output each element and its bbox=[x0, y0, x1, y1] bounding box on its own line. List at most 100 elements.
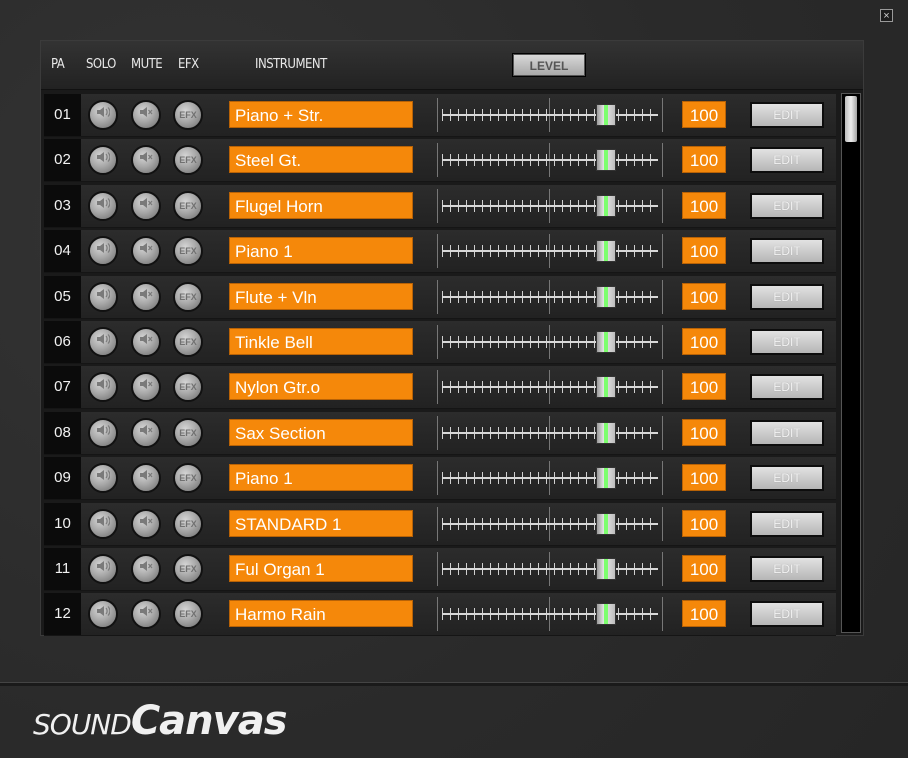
instrument-name[interactable]: STANDARD 1 bbox=[229, 509, 413, 537]
solo-button[interactable] bbox=[88, 599, 118, 630]
efx-button[interactable]: EFX bbox=[173, 599, 203, 630]
mute-button[interactable] bbox=[131, 100, 161, 130]
instrument-name[interactable]: Harmo Rain bbox=[229, 600, 413, 628]
slider-knob[interactable] bbox=[596, 421, 617, 444]
level-slider[interactable] bbox=[437, 461, 665, 496]
instrument-name[interactable]: Nylon Gtr.o bbox=[229, 373, 413, 401]
solo-button[interactable] bbox=[88, 100, 118, 130]
instrument-name[interactable]: Tinkle Bell bbox=[229, 328, 413, 355]
edit-button[interactable]: EDIT bbox=[750, 283, 824, 310]
slider-knob[interactable] bbox=[596, 467, 617, 490]
efx-button[interactable]: EFX bbox=[173, 463, 203, 494]
level-slider[interactable] bbox=[437, 188, 665, 223]
slider-knob[interactable] bbox=[596, 376, 617, 399]
instrument-name[interactable]: Steel Gt. bbox=[229, 146, 413, 174]
level-value[interactable]: 100 bbox=[682, 237, 726, 265]
solo-button[interactable] bbox=[88, 463, 118, 494]
instrument-name[interactable]: Piano 1 bbox=[229, 464, 413, 492]
level-slider[interactable] bbox=[437, 279, 665, 314]
mute-button[interactable] bbox=[131, 554, 161, 584]
mute-button[interactable] bbox=[131, 463, 161, 494]
level-slider[interactable] bbox=[437, 325, 665, 359]
slider-knob[interactable] bbox=[596, 285, 617, 308]
scrollbar-thumb[interactable] bbox=[845, 96, 857, 142]
efx-button[interactable]: EFX bbox=[173, 145, 203, 176]
level-button[interactable]: LEVEL bbox=[513, 54, 585, 76]
solo-button[interactable] bbox=[88, 554, 118, 584]
instrument-name[interactable]: Piano 1 bbox=[229, 237, 413, 265]
scrollbar[interactable] bbox=[841, 93, 861, 633]
close-button[interactable]: × bbox=[880, 9, 893, 22]
level-value[interactable]: 100 bbox=[682, 464, 726, 492]
slider-knob[interactable] bbox=[596, 603, 617, 626]
edit-button[interactable]: EDIT bbox=[750, 465, 824, 492]
efx-button[interactable]: EFX bbox=[173, 100, 203, 130]
level-value[interactable]: 100 bbox=[682, 282, 726, 310]
instrument-name[interactable]: Ful Organ 1 bbox=[229, 555, 413, 582]
level-slider[interactable] bbox=[437, 597, 665, 632]
solo-button[interactable] bbox=[88, 281, 118, 312]
level-value[interactable]: 100 bbox=[682, 600, 726, 628]
efx-button[interactable]: EFX bbox=[173, 508, 203, 539]
edit-button[interactable]: EDIT bbox=[750, 419, 824, 446]
efx-button[interactable]: EFX bbox=[173, 554, 203, 584]
slider-knob[interactable] bbox=[596, 194, 617, 217]
level-value[interactable]: 100 bbox=[682, 555, 726, 582]
mute-button[interactable] bbox=[131, 508, 161, 539]
instrument-name[interactable]: Flugel Horn bbox=[229, 191, 413, 219]
mute-button[interactable] bbox=[131, 236, 161, 267]
mute-button[interactable] bbox=[131, 599, 161, 630]
mute-button[interactable] bbox=[131, 417, 161, 448]
level-slider[interactable] bbox=[437, 98, 665, 132]
level-value[interactable]: 100 bbox=[682, 101, 726, 128]
edit-button[interactable]: EDIT bbox=[750, 192, 824, 219]
slider-knob[interactable] bbox=[596, 104, 617, 126]
solo-button[interactable] bbox=[88, 372, 118, 403]
level-slider[interactable] bbox=[437, 415, 665, 450]
solo-button[interactable] bbox=[88, 417, 118, 448]
level-slider[interactable] bbox=[437, 143, 665, 178]
level-slider[interactable] bbox=[437, 370, 665, 405]
level-slider[interactable] bbox=[437, 552, 665, 586]
solo-button[interactable] bbox=[88, 327, 118, 357]
instrument-name[interactable]: Flute + Vln bbox=[229, 282, 413, 310]
level-value[interactable]: 100 bbox=[682, 509, 726, 537]
edit-button[interactable]: EDIT bbox=[750, 510, 824, 537]
efx-button[interactable]: EFX bbox=[173, 190, 203, 221]
level-value[interactable]: 100 bbox=[682, 328, 726, 355]
solo-button[interactable] bbox=[88, 190, 118, 221]
edit-button[interactable]: EDIT bbox=[750, 374, 824, 401]
efx-button[interactable]: EFX bbox=[173, 327, 203, 357]
level-value[interactable]: 100 bbox=[682, 373, 726, 401]
efx-button[interactable]: EFX bbox=[173, 417, 203, 448]
efx-button[interactable]: EFX bbox=[173, 372, 203, 403]
solo-button[interactable] bbox=[88, 145, 118, 176]
mute-button[interactable] bbox=[131, 372, 161, 403]
slider-knob[interactable] bbox=[596, 331, 617, 353]
edit-button[interactable]: EDIT bbox=[750, 556, 824, 582]
slider-knob[interactable] bbox=[596, 512, 617, 535]
edit-button[interactable]: EDIT bbox=[750, 147, 824, 174]
edit-button[interactable]: EDIT bbox=[750, 238, 824, 265]
solo-button[interactable] bbox=[88, 508, 118, 539]
slider-knob[interactable] bbox=[596, 149, 617, 172]
solo-button[interactable] bbox=[88, 236, 118, 267]
level-value[interactable]: 100 bbox=[682, 146, 726, 174]
level-value[interactable]: 100 bbox=[682, 418, 726, 446]
slider-knob[interactable] bbox=[596, 558, 617, 580]
mute-button[interactable] bbox=[131, 281, 161, 312]
level-value[interactable]: 100 bbox=[682, 191, 726, 219]
efx-button[interactable]: EFX bbox=[173, 281, 203, 312]
edit-button[interactable]: EDIT bbox=[750, 329, 824, 355]
level-slider[interactable] bbox=[437, 506, 665, 541]
mute-button[interactable] bbox=[131, 190, 161, 221]
level-slider[interactable] bbox=[437, 234, 665, 269]
mute-button[interactable] bbox=[131, 327, 161, 357]
edit-button[interactable]: EDIT bbox=[750, 601, 824, 628]
instrument-name[interactable]: Sax Section bbox=[229, 418, 413, 446]
mute-button[interactable] bbox=[131, 145, 161, 176]
slider-knob[interactable] bbox=[596, 240, 617, 263]
instrument-name[interactable]: Piano + Str. bbox=[229, 101, 413, 128]
efx-button[interactable]: EFX bbox=[173, 236, 203, 267]
edit-button[interactable]: EDIT bbox=[750, 102, 824, 128]
